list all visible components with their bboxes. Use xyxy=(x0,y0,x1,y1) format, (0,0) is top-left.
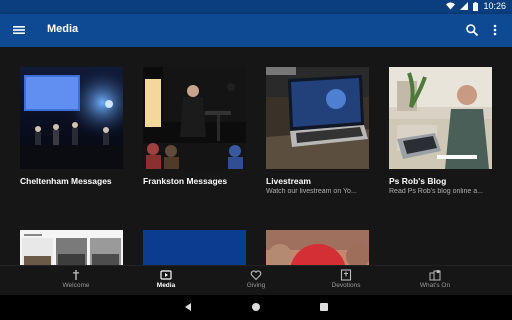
nav-label: Devotions xyxy=(331,282,361,289)
nav-item-whats-on[interactable]: What's On xyxy=(405,269,465,289)
bottom-navigation: Welcome Media Giving Devotions What's On xyxy=(0,265,512,295)
card-thumbnail xyxy=(20,67,123,169)
system-navigation-bar xyxy=(0,295,512,320)
card-title: Ps Rob's Blog xyxy=(389,176,447,186)
bible-icon xyxy=(340,269,352,281)
card-title: Livestream xyxy=(266,176,311,186)
recents-icon[interactable] xyxy=(319,302,329,312)
app-bar: Media xyxy=(0,14,512,47)
more-vert-icon[interactable] xyxy=(490,23,500,37)
media-card-row2-3[interactable] xyxy=(266,230,369,265)
nav-label: What's On xyxy=(419,282,451,289)
card-thumbnail xyxy=(143,230,246,265)
card-thumbnail xyxy=(389,67,492,169)
media-card-cheltenham[interactable]: Cheltenham Messages xyxy=(20,67,123,188)
page-title: Media xyxy=(47,23,79,35)
nav-item-giving[interactable]: Giving xyxy=(226,269,286,289)
nav-label: Giving xyxy=(246,282,266,289)
back-icon[interactable] xyxy=(183,302,193,312)
nav-label: Welcome xyxy=(62,282,90,289)
nav-item-welcome[interactable]: Welcome xyxy=(46,269,106,289)
card-thumbnail xyxy=(143,67,246,169)
cross-icon xyxy=(73,270,79,280)
status-time: 10:26 xyxy=(483,1,506,11)
media-grid: Cheltenham Messages Frankston Messages L… xyxy=(0,47,512,265)
card-title: Frankston Messages xyxy=(143,176,228,186)
media-card-frankston[interactable]: Frankston Messages xyxy=(143,67,246,188)
card-thumbnail xyxy=(266,67,369,169)
heart-icon xyxy=(250,270,262,281)
building-icon xyxy=(429,269,441,281)
search-icon[interactable] xyxy=(465,23,479,37)
nav-label: Media xyxy=(156,282,176,289)
play-icon xyxy=(160,270,172,280)
signal-icon xyxy=(460,2,469,10)
card-title: Cheltenham Messages xyxy=(20,176,112,186)
nav-item-devotions[interactable]: Devotions xyxy=(316,269,376,289)
nav-item-media[interactable]: Media xyxy=(136,269,196,289)
battery-icon xyxy=(473,1,479,11)
media-card-blog[interactable]: Ps Rob's Blog Read Ps Rob's blog online … xyxy=(389,67,492,195)
card-thumbnail xyxy=(20,230,123,265)
card-subtitle: Read Ps Rob's blog online a... xyxy=(389,188,483,195)
home-icon[interactable] xyxy=(251,302,261,312)
card-thumbnail xyxy=(266,230,369,265)
card-subtitle: Watch our livestream on Yo... xyxy=(266,188,357,195)
status-bar: 10:26 xyxy=(0,0,512,14)
status-icons: 10:26 xyxy=(446,1,506,11)
wifi-icon xyxy=(446,2,456,10)
hamburger-menu-icon[interactable] xyxy=(12,23,26,37)
media-card-row2-1[interactable] xyxy=(20,230,123,265)
media-card-livestream[interactable]: Livestream Watch our livestream on Yo... xyxy=(266,67,369,195)
media-card-row2-2[interactable] xyxy=(143,230,246,265)
